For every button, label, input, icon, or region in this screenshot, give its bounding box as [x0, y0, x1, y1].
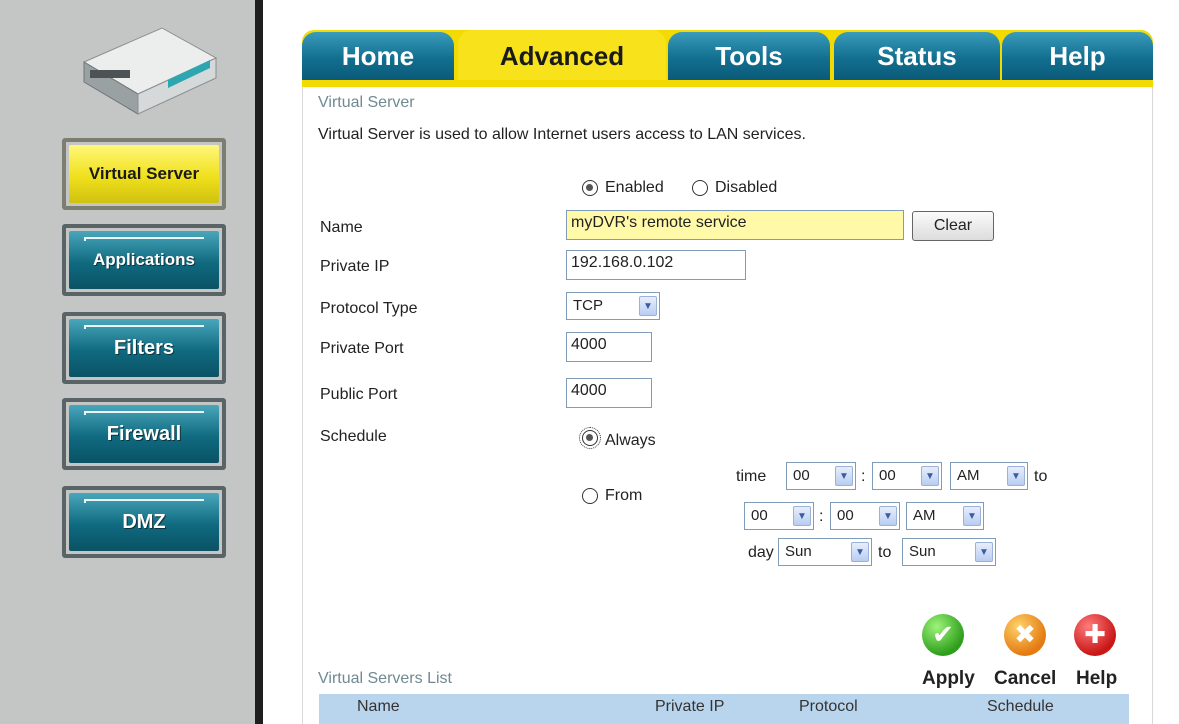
name-field[interactable]: myDVR's remote service [566, 210, 904, 240]
day-from-select[interactable]: Sun ▼ [778, 538, 872, 566]
chevron-down-icon: ▼ [1007, 466, 1025, 486]
sidebar-item-applications[interactable]: Applications [62, 224, 226, 296]
public-port-field[interactable]: 4000 [566, 378, 652, 408]
tab-status[interactable]: Status [834, 32, 1000, 80]
to-hour-select[interactable]: 00 ▼ [744, 502, 814, 530]
cancel-x-icon[interactable]: ✖ [1004, 614, 1046, 656]
private-port-field[interactable]: 4000 [566, 332, 652, 362]
sidebar-item-label: Applications [92, 250, 195, 269]
protocol-select[interactable]: TCP ▼ [566, 292, 660, 320]
enabled-label: Enabled [605, 179, 664, 196]
to-minute-value: 00 [837, 507, 854, 524]
day-from-value: Sun [785, 543, 812, 560]
help-plus-icon[interactable]: ✚ [1074, 614, 1116, 656]
from-ampm-value: AM [957, 467, 980, 484]
always-label: Always [605, 432, 656, 449]
private-ip-field[interactable]: 192.168.0.102 [566, 250, 746, 280]
page-description: Virtual Server is used to allow Internet… [318, 126, 806, 143]
private-port-label: Private Port [320, 340, 404, 357]
router-device-image [82, 27, 218, 115]
sidebar-item-dmz[interactable]: DMZ [62, 486, 226, 558]
from-minute-value: 00 [879, 467, 896, 484]
tab-label: Status [877, 40, 957, 71]
tab-home[interactable]: Home [302, 32, 454, 80]
to-hour-value: 00 [751, 507, 768, 524]
list-header: Name Private IP Protocol Schedule [319, 694, 1129, 724]
schedule-label: Schedule [320, 428, 387, 445]
chevron-down-icon: ▼ [851, 542, 869, 562]
time-to-label: to [1034, 468, 1048, 485]
chevron-down-icon: ▼ [879, 506, 897, 526]
column-header-name: Name [357, 698, 400, 715]
column-header-schedule: Schedule [987, 698, 1054, 715]
cancel-button[interactable]: Cancel [994, 668, 1056, 690]
time-colon: : [819, 508, 824, 525]
column-header-private-ip: Private IP [655, 698, 725, 715]
protocol-value: TCP [573, 297, 603, 314]
from-ampm-select[interactable]: AM ▼ [950, 462, 1028, 490]
from-minute-select[interactable]: 00 ▼ [872, 462, 942, 490]
day-to-label: to [878, 544, 892, 561]
sidebar-item-label: Filters [113, 336, 175, 359]
help-button[interactable]: Help [1076, 668, 1117, 690]
to-ampm-value: AM [913, 507, 936, 524]
chevron-down-icon: ▼ [835, 466, 853, 486]
sidebar-item-label: Virtual Server [88, 164, 200, 183]
from-hour-select[interactable]: 00 ▼ [786, 462, 856, 490]
disabled-label: Disabled [715, 179, 778, 196]
chevron-down-icon: ▼ [963, 506, 981, 526]
sidebar-item-firewall[interactable]: Firewall [62, 398, 226, 470]
tab-label: Help [1049, 40, 1106, 71]
time-colon: : [861, 468, 866, 485]
tab-label: Home [341, 40, 415, 71]
clear-button[interactable]: Clear [912, 211, 994, 241]
always-radio[interactable] [579, 427, 601, 449]
private-ip-label: Private IP [320, 258, 390, 275]
page-title: Virtual Server [318, 94, 415, 111]
sidebar-item-label: Firewall [106, 422, 182, 445]
tab-help[interactable]: Help [1002, 32, 1153, 80]
sidebar-item-label: DMZ [122, 510, 166, 533]
chevron-down-icon: ▼ [921, 466, 939, 486]
public-port-label: Public Port [320, 386, 398, 403]
day-label: day [748, 544, 774, 561]
from-radio[interactable] [582, 488, 598, 504]
sidebar-item-virtual-server[interactable]: Virtual Server [62, 138, 226, 210]
apply-button[interactable]: Apply [922, 668, 975, 690]
virtual-servers-list-title: Virtual Servers List [318, 670, 452, 687]
apply-check-icon[interactable]: ✔ [922, 614, 964, 656]
chevron-down-icon: ▼ [975, 542, 993, 562]
day-to-select[interactable]: Sun ▼ [902, 538, 996, 566]
tab-label: Advanced [499, 40, 625, 71]
from-label: From [605, 487, 643, 504]
tab-advanced[interactable]: Advanced [458, 30, 666, 82]
chevron-down-icon: ▼ [793, 506, 811, 526]
time-label: time [736, 468, 767, 485]
disabled-radio[interactable] [692, 180, 708, 196]
tab-label: Tools [715, 40, 783, 71]
name-label: Name [320, 219, 363, 236]
day-to-value: Sun [909, 543, 936, 560]
protocol-type-label: Protocol Type [320, 300, 418, 317]
sidebar-item-filters[interactable]: Filters [62, 312, 226, 384]
tab-tools[interactable]: Tools [668, 32, 830, 80]
sidebar: Virtual Server Applications Filters Fire… [0, 0, 255, 724]
chevron-down-icon: ▼ [639, 296, 657, 316]
to-minute-select[interactable]: 00 ▼ [830, 502, 900, 530]
enabled-radio[interactable] [582, 180, 598, 196]
vertical-divider [255, 0, 263, 724]
tab-underline [302, 80, 1153, 87]
column-header-protocol: Protocol [799, 698, 858, 715]
to-ampm-select[interactable]: AM ▼ [906, 502, 984, 530]
from-hour-value: 00 [793, 467, 810, 484]
